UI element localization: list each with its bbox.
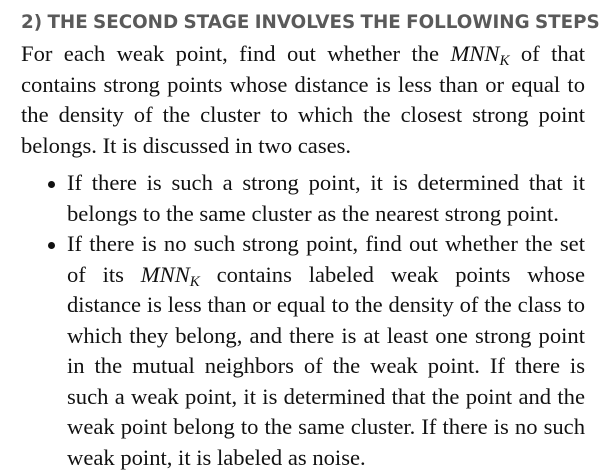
- list-item-case-1: If there is such a strong point, it is d…: [21, 168, 585, 229]
- case-2-text-after: contains labeled weak points whose dista…: [67, 261, 585, 470]
- bullet-dot: [48, 181, 55, 188]
- mnn-subscript: K: [189, 273, 200, 290]
- mnn-symbol: MNN: [450, 41, 500, 66]
- list-item-case-2: If there is no such strong point, find o…: [21, 229, 585, 473]
- mnn-symbol: MNN: [140, 261, 190, 287]
- mnn-k-symbol: MNNK: [140, 261, 200, 290]
- mnn-subscript: K: [499, 53, 510, 69]
- mnn-k-symbol: MNNK: [450, 41, 510, 69]
- bullet-dot: [48, 242, 55, 249]
- intro-text-before: For each weak point, find out whether th…: [21, 41, 451, 66]
- case-list: If there is such a strong point, it is d…: [21, 168, 585, 473]
- section-heading: 2) THE SECOND STAGE INVOLVES THE FOLLOWI…: [21, 12, 600, 33]
- case-1-text: If there is such a strong point, it is d…: [67, 170, 585, 226]
- document-page: 2) THE SECOND STAGE INVOLVES THE FOLLOWI…: [21, 6, 600, 473]
- intro-paragraph: For each weak point, find out whether th…: [21, 39, 585, 161]
